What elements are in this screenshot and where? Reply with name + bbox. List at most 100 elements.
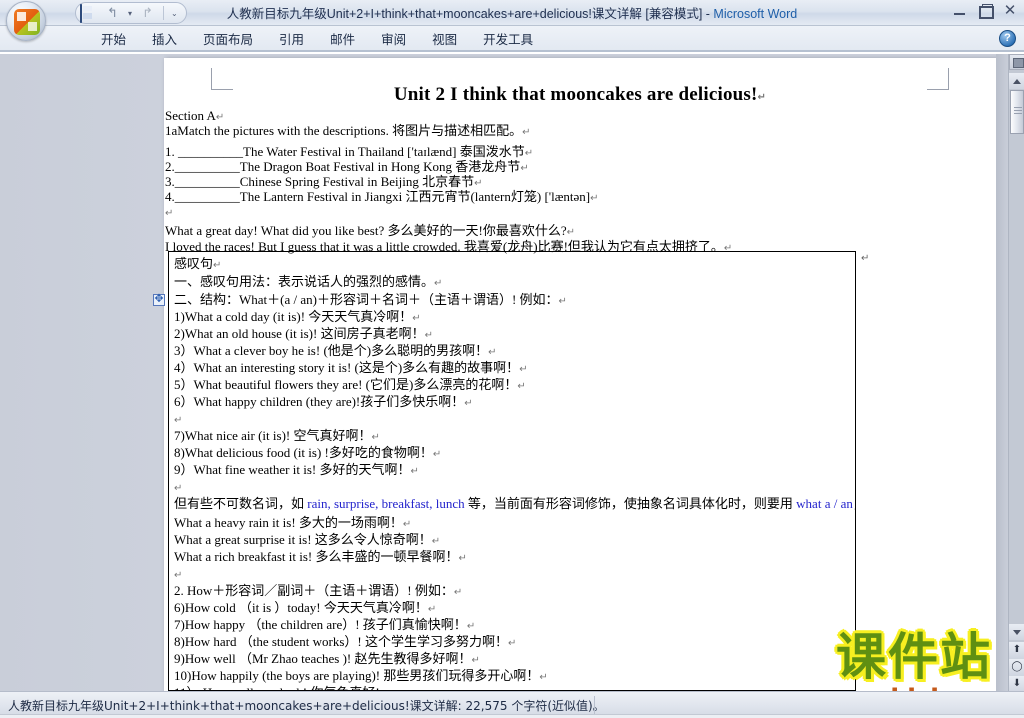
ribbon-tabs: 开始 插入 页面布局 引用 邮件 审阅 视图 开发工具 [88, 26, 546, 52]
textbox-line-text: 4）What an interesting story it is! (这是个)… [174, 360, 520, 375]
textbox-line-text: 2)What an old house (it is)! 这间房子真老啊！ [174, 326, 425, 341]
close-button[interactable]: ✕ [1002, 3, 1018, 18]
page-title: Unit 2 I think that mooncakes are delici… [164, 84, 996, 106]
textbox-line-text: 6)How cold （it is ）today! 今天天气真冷啊！ [174, 600, 428, 615]
textbox-line-text: 3）What a clever boy he is! (他是个)多么聪明的男孩啊… [174, 343, 489, 358]
status-bar-divider [594, 696, 595, 714]
doc-line: 1aMatch the pictures with the descriptio… [165, 123, 530, 140]
textbox-line: 感叹句↵ [174, 256, 221, 273]
rule-blue-phrase: what a / an [796, 496, 853, 511]
right-margin-area [996, 54, 1008, 691]
textbox-line: 6)How cold （it is ）today! 今天天气真冷啊！↵ [174, 600, 436, 617]
browse-object-icon[interactable]: ◯ [1009, 659, 1024, 676]
document-title-text: 人教新目标九年级Unit+2+I+think+that+mooncakes+ar… [226, 7, 703, 21]
textbox-line: 2)What an old house (it is)! 这间房子真老啊！↵ [174, 326, 433, 343]
office-button[interactable] [6, 1, 46, 41]
title-bar: ↰ ▾ ↱ ⌄ 人教新目标九年级Unit+2+I+think+that+moon… [0, 0, 1024, 41]
textbox-line-text: 1)What a cold day (it is)! 今天天气真冷啊！ [174, 309, 413, 324]
paragraph-mark: ↵ [410, 466, 419, 477]
textbox-line: What a rich breakfast it is! 多么丰盛的一顿早餐啊！… [174, 549, 467, 566]
textbox-line: 二、结构：What＋(a / an)＋形容词＋名词＋（主语＋谓语）! 例如：↵ [174, 292, 567, 309]
previous-page-icon[interactable]: ⬆ [1009, 642, 1024, 659]
paragraph-mark: ↵ [861, 253, 870, 264]
tab-developer[interactable]: 开发工具 [470, 26, 546, 52]
title-separator: - [702, 7, 714, 21]
window-controls: ✕ [952, 3, 1018, 19]
window-title: 人教新目标九年级Unit+2+I+think+that+mooncakes+ar… [0, 3, 1024, 22]
paragraph-mark: ↵ [424, 330, 433, 341]
paragraph-mark: ↵ [427, 604, 437, 615]
office-logo-icon [14, 9, 40, 35]
scrollbar-grip-icon [1014, 107, 1022, 116]
textbox-line: 9）What fine weather it is! 多好的天气啊！↵ [174, 462, 419, 479]
tab-insert[interactable]: 插入 [139, 26, 190, 52]
textbox-line: 一、感叹句用法：表示说话人的强烈的感情。↵ [174, 274, 442, 291]
paragraph-mark: ↵ [471, 655, 480, 666]
tab-page-layout[interactable]: 页面布局 [190, 26, 266, 52]
textbox-line-text: 6）What happy children (they are)!孩子们多快乐啊… [174, 394, 465, 409]
paragraph-mark: ↵ [434, 278, 443, 289]
paragraph-mark: ↵ [590, 193, 599, 204]
tab-view[interactable]: 视图 [419, 26, 470, 52]
doc-line: 4.__________The Lantern Festival in Jian… [165, 189, 599, 206]
heading-text: Unit 2 I think that mooncakes are delici… [393, 84, 758, 105]
rule-prefix-text: 但有些不可数名词，如 [174, 496, 308, 511]
doc-line-text: 1. __________The Water Festival in Thail… [165, 144, 525, 159]
paragraph-mark: ↵ [458, 553, 467, 564]
restore-button[interactable] [977, 4, 994, 19]
doc-line-text: What a great day! What did you like best… [165, 223, 567, 238]
paragraph-mark: ↵ [464, 398, 473, 409]
textbox-line: 2. How＋形容词／副词＋（主语＋谓语）! 例如：↵ [174, 583, 462, 600]
paragraph-mark: ↵ [466, 621, 476, 632]
paragraph-mark: ↵ [757, 92, 767, 103]
paragraph-mark: ↵ [431, 536, 441, 547]
textbox-line-text: 一、感叹句用法：表示说话人的强烈的感情。 [174, 274, 435, 289]
paragraph-mark: ↵ [524, 148, 534, 159]
textbox-line-text: 2. How＋形容词／副词＋（主语＋谓语）! 例如： [174, 583, 454, 598]
textbox-line: ↵ [174, 566, 182, 583]
rule-middle-text: 等，当前面有形容词修饰，使抽象名词具体化时，则要用 [464, 496, 797, 511]
scroll-down-icon[interactable] [1009, 624, 1024, 640]
select-browse-object-icon[interactable] [1009, 54, 1024, 70]
text-box[interactable]: 感叹句↵ 一、感叹句用法：表示说话人的强烈的感情。↵ 二、结构：What＋(a … [168, 251, 856, 691]
paragraph-mark: ↵ [402, 519, 412, 530]
document-body[interactable]: Unit 2 I think that mooncakes are delici… [153, 58, 996, 691]
textbox-line-text: 8)What delicious food (it is) !多好吃的食物啊！ [174, 445, 433, 460]
scrollbar-thumb[interactable] [1010, 90, 1024, 134]
textbox-line: 8)What delicious food (it is) !多好吃的食物啊！↵ [174, 445, 441, 462]
minimize-button[interactable] [952, 4, 968, 18]
paragraph-mark: ↵ [453, 587, 463, 598]
vertical-scrollbar[interactable]: ⬆ ◯ ⬇ [1008, 54, 1024, 693]
rule-suffix-text: ，如： [853, 496, 855, 511]
paragraph-mark: ↵ [174, 415, 183, 426]
window-bottom-edge [0, 714, 1024, 718]
paragraph-mark: ↵ [174, 570, 183, 581]
ribbon-tab-bar: 开始 插入 页面布局 引用 邮件 审阅 视图 开发工具 ? [0, 26, 1024, 52]
scroll-up-icon[interactable] [1009, 73, 1024, 89]
doc-line-text: 3.__________Chinese Spring Festival in B… [165, 174, 475, 189]
tab-references[interactable]: 引用 [266, 26, 317, 52]
paragraph-mark: ↵ [215, 112, 225, 123]
tab-home[interactable]: 开始 [88, 26, 139, 52]
paragraph-mark: ↵ [165, 208, 174, 219]
paragraph-mark: ↵ [371, 432, 380, 443]
document-page[interactable]: Unit 2 I think that mooncakes are delici… [153, 58, 1024, 691]
textbox-line: ↵ [174, 479, 182, 496]
textbox-line-text: 感叹句 [174, 256, 214, 271]
tab-mailings[interactable]: 邮件 [317, 26, 368, 52]
textbox-line: 7)How happy （the children are）! 孩子们真愉快啊！… [174, 617, 475, 634]
textbox-line-text: 二、结构：What＋(a / an)＋形容词＋名词＋（主语＋谓语）! 例如： [174, 292, 559, 307]
textbox-rule-line: 但有些不可数名词，如 rain, surprise, breakfast, lu… [174, 496, 855, 513]
doc-line-text: 4.__________The Lantern Festival in Jian… [165, 189, 591, 204]
tab-review[interactable]: 审阅 [368, 26, 419, 52]
left-margin-area [0, 54, 164, 691]
help-icon[interactable]: ? [999, 30, 1016, 47]
paragraph-mark: ↵ [517, 381, 526, 392]
textbox-line-text: What a great surprise it is! 这多么令人惊奇啊！ [174, 532, 432, 547]
textbox-line-text: What a rich breakfast it is! 多么丰盛的一顿早餐啊！ [174, 549, 459, 564]
textbox-line-text: 10)How happily (the boys are playing)! 那… [174, 668, 540, 683]
textbox-line: What a great surprise it is! 这多么令人惊奇啊！↵ [174, 532, 440, 549]
move-object-handle-icon[interactable] [153, 292, 165, 306]
textbox-line-text: 7)What nice air (it is)! 空气真好啊！ [174, 428, 372, 443]
paragraph-mark: ↵ [519, 364, 528, 375]
